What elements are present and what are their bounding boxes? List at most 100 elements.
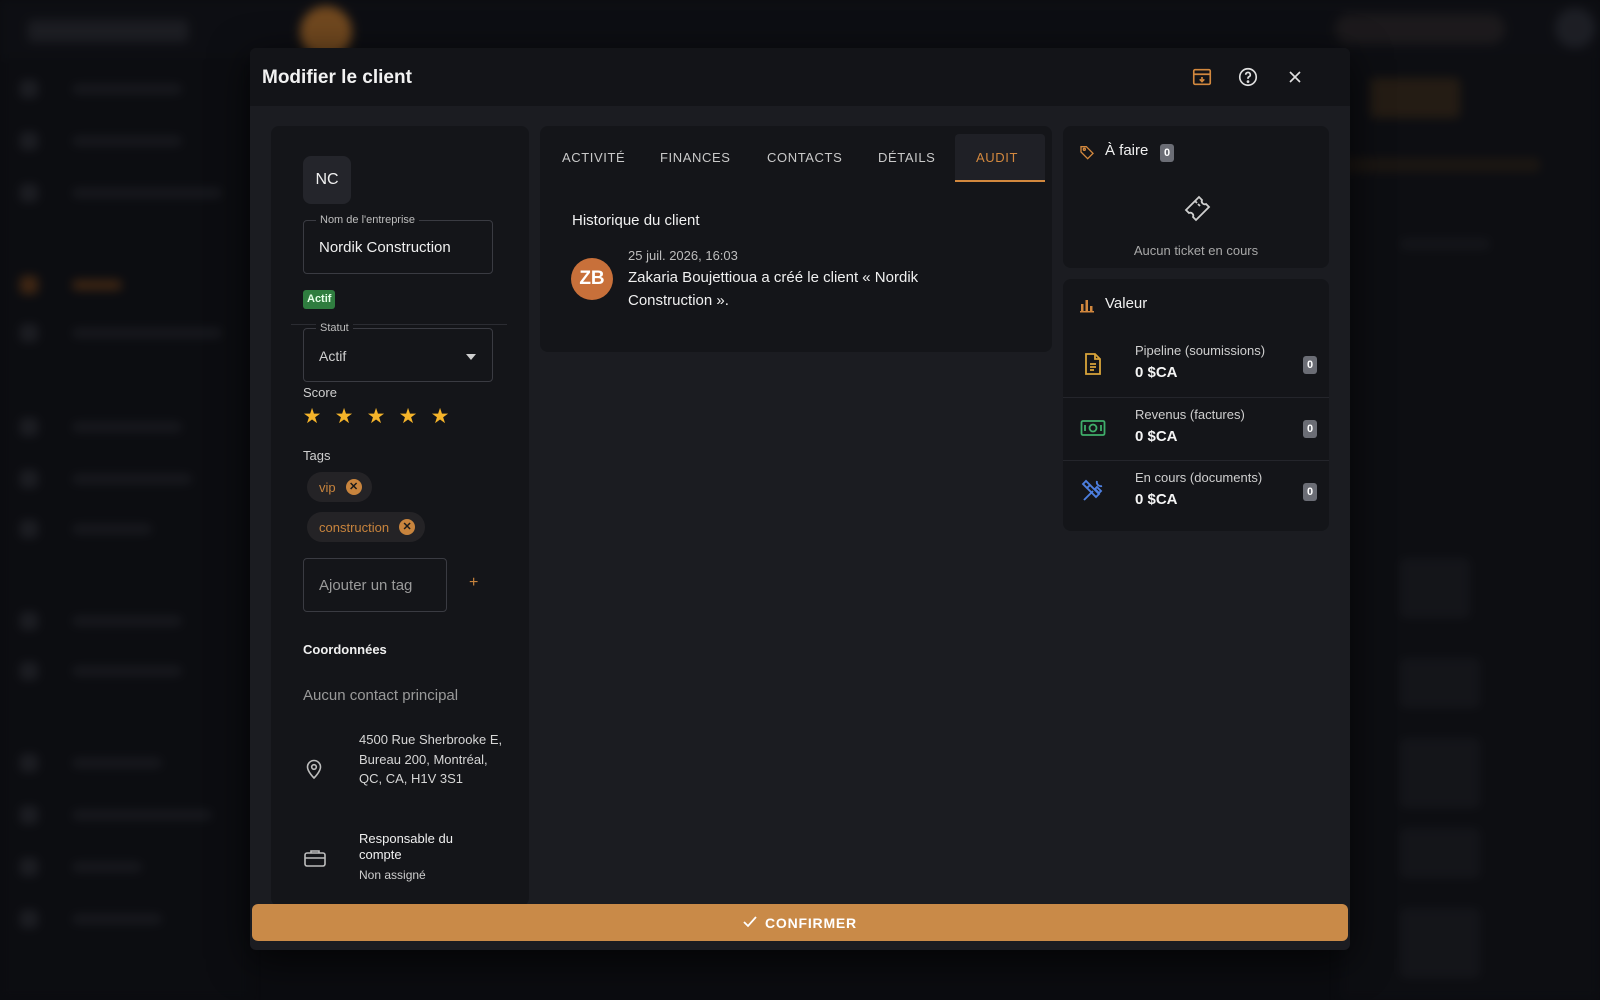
close-icon[interactable] [1283,65,1307,89]
remove-tag-icon[interactable]: ✕ [399,519,416,535]
value-row-revenue: Revenus (factures) 0 $CA 0 [1063,397,1329,460]
star-icon[interactable]: ★ [333,406,355,428]
active-tab-indicator [955,180,1045,182]
remove-tag-icon[interactable]: ✕ [345,479,362,495]
bar-chart-icon [1079,297,1095,318]
background-nav-item [20,612,200,630]
history-entry-date: 25 juil. 2026, 16:03 [628,248,738,263]
value-row-label: En cours (documents) [1135,470,1263,485]
star-icon[interactable]: ★ [429,406,451,428]
background-nav-item [20,858,200,876]
checkmark-icon [743,915,757,931]
audit-panel: ACTIVITÉ FINANCES CONTACTS DÉTAILS AUDIT… [540,126,1052,352]
todo-panel: À faire 0 Aucun ticket en cours [1063,126,1329,268]
value-row-label: Pipeline (soumissions) [1135,343,1266,358]
score-label: Score [303,385,337,400]
coordinates-heading: Coordonnées [303,642,387,657]
account-manager-value: Non assigné [359,868,426,882]
background-nav-item [20,910,200,928]
background-block [1400,658,1480,708]
company-name-label: Nom de l'entreprise [316,214,420,226]
background-nav-item [20,80,200,98]
client-info-panel: NC Nom de l'entreprise Nordik Constructi… [271,126,529,906]
briefcase-icon [303,848,327,873]
background-nav-item [20,662,200,680]
account-manager-label: Responsable du compte [359,831,453,862]
add-tag-button[interactable]: + [469,574,478,592]
history-title: Historique du client [572,212,700,229]
no-primary-contact: Aucun contact principal [303,687,459,704]
background-block [1400,908,1480,978]
value-row-amount: 0 $CA [1135,428,1178,445]
background-right-panel [1340,58,1600,1000]
company-name-value: Nordik Construction [319,239,451,256]
help-icon[interactable] [1236,65,1260,89]
todo-title: À faire [1105,142,1149,159]
background-nav-item [20,754,200,772]
background-nav-item [20,184,222,202]
background-block [1340,158,1540,172]
add-tag-input[interactable]: Ajouter un tag [303,558,447,612]
background-sidebar [0,58,250,1000]
star-icon[interactable]: ★ [365,406,387,428]
value-row-label: Revenus (factures) [1135,407,1245,422]
user-avatar: ZB [571,258,613,300]
value-row-count: 0 [1303,483,1317,501]
tag-icon [1079,144,1095,165]
no-ticket-text: Aucun ticket en cours [1133,243,1259,258]
client-initials-avatar: NC [303,156,351,204]
tab-contacts[interactable]: CONTACTS [767,150,842,165]
tools-icon [1079,477,1107,505]
value-panel: Valeur Pipeline (soumissions) 0 $CA 0 Re… [1063,279,1329,531]
star-icon[interactable]: ★ [397,406,419,428]
value-row-count: 0 [1303,356,1317,374]
background-nav-item [20,418,200,436]
confirm-label: CONFIRMER [765,914,857,931]
client-tabs: ACTIVITÉ FINANCES CONTACTS DÉTAILS AUDIT [540,126,1052,182]
value-row-pipeline: Pipeline (soumissions) 0 $CA 0 [1063,334,1329,397]
background-block [1400,238,1490,250]
tag-chip-vip: vip ✕ [307,472,372,502]
score-stars[interactable]: ★ ★ ★ ★ ★ [301,406,451,428]
background-user-pill [1335,14,1505,44]
background-nav-item [20,324,222,342]
background-logo [28,20,188,42]
status-select[interactable]: Statut Actif [303,322,493,382]
value-row-amount: 0 $CA [1135,491,1178,508]
chevron-down-icon [466,354,476,360]
modal-header: Modifier le client [250,48,1350,106]
modal-body: NC Nom de l'entreprise Nordik Constructi… [250,106,1350,942]
background-nav-item [20,132,200,150]
archive-icon[interactable] [1190,65,1214,89]
status-label: Statut [316,322,353,334]
ticket-icon [1179,190,1213,229]
history-entry-text: Zakaria Boujettioua a créé le client « N… [628,269,919,309]
client-address: 4500 Rue Sherbrooke E, Bureau 200, Montr… [359,732,503,786]
location-pin-icon [305,758,323,785]
background-profile-circle [1555,8,1595,48]
tab-details[interactable]: DÉTAILS [878,150,935,165]
confirm-button[interactable]: CONFIRMER [252,904,1348,941]
cash-icon [1079,414,1107,442]
value-title: Valeur [1105,295,1148,312]
tag-chip-construction: construction ✕ [307,512,426,542]
edit-client-modal: Modifier le client NC Nom de l'entrepris… [250,48,1350,950]
value-row-amount: 0 $CA [1135,364,1178,381]
tab-audit[interactable]: AUDIT [976,150,1018,165]
status-value: Actif [319,348,347,364]
background-nav-item [20,470,200,488]
company-name-field[interactable]: Nom de l'entreprise Nordik Construction [303,214,493,274]
star-icon[interactable]: ★ [301,406,323,428]
background-nav-item-active [20,276,200,294]
tab-finances[interactable]: FINANCES [660,150,731,165]
status-badge: Actif [303,290,336,309]
background-block [1370,78,1460,118]
background-block [1400,828,1480,878]
tags-label: Tags [303,448,331,463]
tag-label: construction [319,519,390,535]
background-nav-item [20,520,200,538]
tag-label: vip [319,479,336,495]
tab-activity[interactable]: ACTIVITÉ [562,150,625,165]
background-block [1400,738,1480,808]
modal-title: Modifier le client [262,67,412,88]
